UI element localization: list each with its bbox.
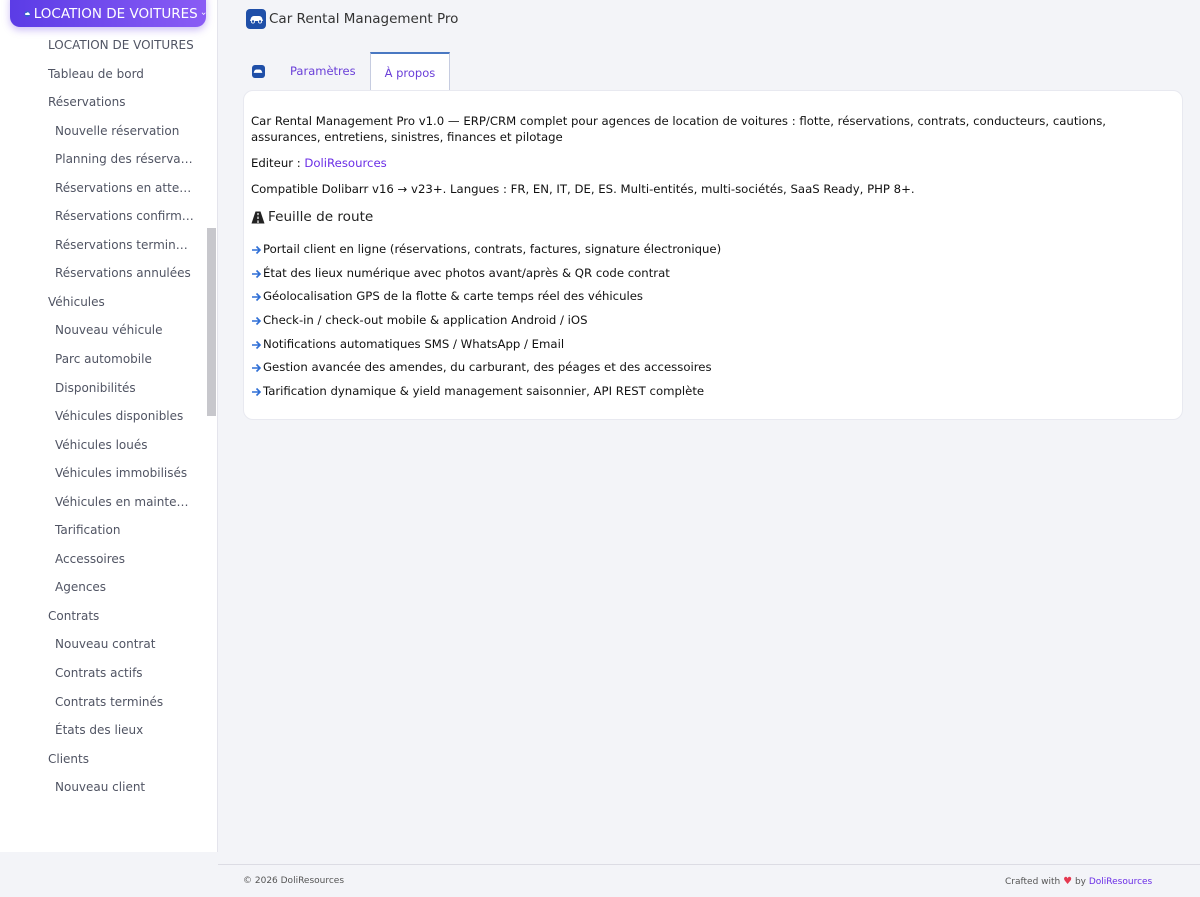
arrow-right-icon bbox=[252, 364, 262, 373]
sidebar-item[interactable]: Contrats terminés bbox=[0, 688, 206, 717]
roadmap-item: Gestion avancée des amendes, du carburan… bbox=[251, 356, 1175, 380]
road-icon bbox=[251, 211, 265, 223]
tab-parametres[interactable]: Paramètres bbox=[276, 52, 370, 90]
arrow-right-icon bbox=[252, 316, 262, 325]
sidebar-menu: LOCATION DE VOITURES Tableau de bord Réser… bbox=[0, 31, 206, 802]
sidebar-item[interactable]: Réservations annulées bbox=[0, 259, 206, 288]
sidebar-item[interactable]: Réservations confirmées bbox=[0, 202, 206, 231]
roadmap-item-text: Notifications automatiques SMS / WhatsAp… bbox=[263, 336, 565, 351]
sidebar-item[interactable]: Réservations terminées bbox=[0, 231, 206, 260]
sidebar-item[interactable]: Tarification bbox=[0, 516, 206, 545]
sidebar-section[interactable]: Réservations bbox=[0, 88, 206, 117]
tab-module-icon[interactable] bbox=[243, 52, 273, 90]
roadmap-heading: Feuille de route bbox=[251, 209, 1175, 225]
tab-bar: Paramètres À propos bbox=[243, 52, 451, 91]
sidebar-item[interactable]: Véhicules immobilisés bbox=[0, 459, 206, 488]
arrow-right-icon bbox=[252, 269, 262, 278]
sidebar-item[interactable]: Parc automobile bbox=[0, 345, 206, 374]
sidebar-section[interactable]: Véhicules bbox=[0, 288, 206, 317]
page-title: Car Rental Management Pro bbox=[269, 11, 459, 27]
sidebar-item[interactable]: Nouveau contrat bbox=[0, 630, 206, 659]
editor-link[interactable]: DoliResources bbox=[304, 156, 386, 170]
sidebar-item[interactable]: Véhicules loués bbox=[0, 431, 206, 460]
roadmap-item: État des lieux numérique avec photos ava… bbox=[251, 262, 1175, 286]
sidebar-section[interactable]: Contrats bbox=[0, 602, 206, 631]
roadmap-item: Notifications automatiques SMS / WhatsAp… bbox=[251, 333, 1175, 357]
roadmap-item-text: Géolocalisation GPS de la flotte & carte… bbox=[263, 289, 644, 304]
roadmap-item: Check-in / check-out mobile & applicatio… bbox=[251, 309, 1175, 333]
sidebar-item[interactable]: États des lieux bbox=[0, 716, 206, 745]
sidebar-item[interactable]: Véhicules en maintenance bbox=[0, 488, 206, 517]
sidebar-item[interactable]: Nouveau véhicule bbox=[0, 316, 206, 345]
editor-line: Editeur : DoliResources bbox=[251, 156, 1175, 170]
sidebar-item[interactable]: Réservations en attente bbox=[0, 174, 206, 203]
footer-credit: Crafted with ♥ by DoliResources bbox=[1005, 876, 1152, 887]
roadmap-title: Feuille de route bbox=[268, 209, 374, 225]
sidebar-section[interactable]: Tableau de bord bbox=[0, 60, 206, 89]
app-header: Car Rental Management Pro bbox=[246, 9, 458, 29]
cloud-icon bbox=[24, 10, 31, 17]
sidebar-footer bbox=[0, 852, 217, 896]
roadmap-item-text: Gestion avancée des amendes, du carburan… bbox=[263, 360, 712, 375]
footer-link[interactable]: DoliResources bbox=[1089, 877, 1152, 887]
arrow-right-icon bbox=[252, 340, 262, 349]
sidebar-section[interactable]: LOCATION DE VOITURES bbox=[0, 31, 206, 60]
roadmap-item-text: Check-in / check-out mobile & applicatio… bbox=[263, 313, 588, 328]
car-logo-icon bbox=[251, 64, 265, 78]
sidebar-item[interactable]: Planning des réservations bbox=[0, 145, 206, 174]
sidebar-scrollbar[interactable] bbox=[207, 228, 216, 416]
arrow-right-icon bbox=[252, 293, 262, 302]
roadmap-item-text: Tarification dynamique & yield managemen… bbox=[263, 384, 705, 399]
footer: © 2026 DoliResources Crafted with ♥ by D… bbox=[218, 864, 1200, 897]
heart-icon: ♥ bbox=[1063, 876, 1073, 887]
sidebar-item[interactable]: Nouveau client bbox=[0, 773, 206, 802]
footer-crafted-by: by bbox=[1072, 877, 1089, 887]
footer-copyright: © 2026 DoliResources bbox=[243, 876, 345, 886]
about-card: Car Rental Management Pro v1.0 — ERP/CRM… bbox=[243, 90, 1183, 420]
sidebar: LOCATION DE VOITURES LOCATION DE VOITURE… bbox=[0, 0, 218, 852]
arrow-right-icon bbox=[252, 245, 262, 254]
tab-a-propos[interactable]: À propos bbox=[369, 52, 451, 91]
module-menu-button[interactable]: LOCATION DE VOITURES bbox=[10, 0, 206, 27]
sidebar-item[interactable]: Disponibilités bbox=[0, 374, 206, 403]
sidebar-item[interactable]: Véhicules disponibles bbox=[0, 402, 206, 431]
chevron-down-icon bbox=[201, 12, 206, 16]
sidebar-item[interactable]: Nouvelle réservation bbox=[0, 117, 206, 146]
roadmap-item-text: État des lieux numérique avec photos ava… bbox=[263, 265, 670, 280]
roadmap-item-text: Portail client en ligne (réservations, c… bbox=[263, 242, 722, 256]
compatibility-text: Compatible Dolibarr v16 → v23+. Langues … bbox=[251, 182, 915, 196]
module-description: Car Rental Management Pro v1.0 — ERP/CRM… bbox=[251, 114, 1107, 144]
sidebar-section[interactable]: Clients bbox=[0, 745, 206, 774]
arrow-right-icon bbox=[252, 387, 262, 397]
sidebar-item[interactable]: Accessoires bbox=[0, 545, 206, 574]
roadmap-item: Tarification dynamique & yield managemen… bbox=[251, 380, 1175, 404]
sidebar-item[interactable]: Contrats actifs bbox=[0, 659, 206, 688]
roadmap-list: Portail client en ligne (réservations, c… bbox=[251, 238, 1175, 404]
sidebar-item[interactable]: Agences bbox=[0, 573, 206, 602]
editor-label: Editeur : bbox=[251, 156, 305, 170]
module-menu-label: LOCATION DE VOITURES bbox=[33, 5, 198, 22]
footer-crafted-prefix: Crafted with bbox=[1005, 877, 1064, 887]
car-logo-icon bbox=[246, 9, 266, 29]
roadmap-item: Géolocalisation GPS de la flotte & carte… bbox=[251, 285, 1175, 309]
roadmap-item: Portail client en ligne (réservations, c… bbox=[251, 238, 1175, 262]
